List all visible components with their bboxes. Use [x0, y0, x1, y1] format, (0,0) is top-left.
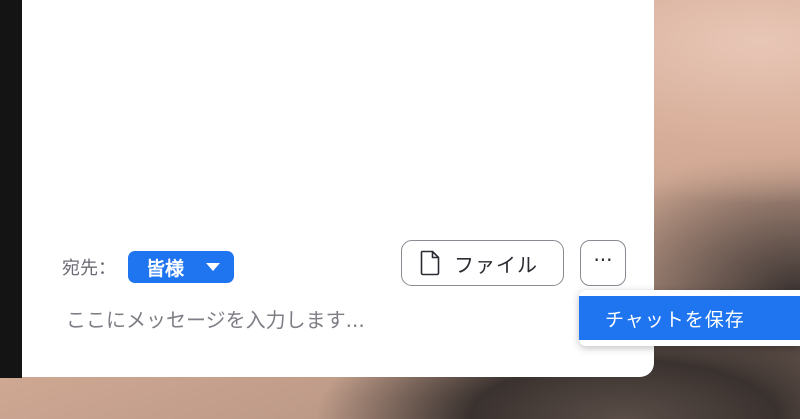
file-button-label: ファイル	[454, 252, 538, 277]
more-options-menu: チャットを保存	[579, 290, 800, 346]
caret-down-icon	[206, 263, 221, 271]
menu-item-save-chat[interactable]: チャットを保存	[579, 296, 800, 340]
chat-panel: 宛先： 皆様 ファイル ···	[22, 0, 654, 377]
recipient-dropdown[interactable]: 皆様	[128, 251, 235, 283]
ellipsis-icon: ···	[593, 248, 613, 272]
document-icon	[420, 250, 440, 276]
recipient-row: 宛先： 皆様	[62, 250, 235, 284]
file-button[interactable]: ファイル	[401, 240, 564, 286]
message-input[interactable]	[66, 300, 566, 340]
recipient-value: 皆様	[146, 257, 185, 280]
left-edge-strip	[0, 0, 22, 378]
recipient-label: 宛先：	[62, 258, 116, 279]
more-options-button[interactable]: ···	[580, 240, 626, 286]
